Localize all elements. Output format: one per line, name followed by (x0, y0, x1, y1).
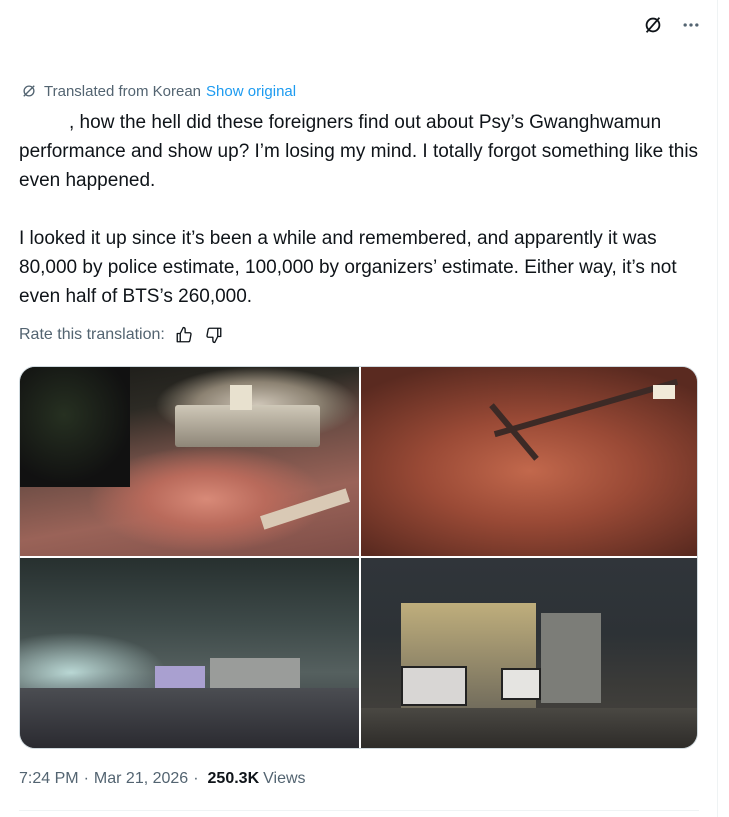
thumbs-up-icon (176, 326, 192, 343)
translation-notice: Translated from Korean Show original (20, 82, 296, 100)
more-icon (683, 23, 699, 27)
separator: · (83, 770, 89, 787)
tweet-paragraph-2: I looked it up since it’s been a while a… (19, 228, 677, 307)
tweet-time[interactable]: 7:24 PM (19, 770, 79, 788)
translation-label: Translated from Korean (44, 82, 202, 100)
views-count[interactable]: 250.3K (208, 770, 260, 788)
photo-4[interactable] (361, 558, 697, 748)
photo-1[interactable] (20, 367, 359, 556)
tweet-header-actions (640, 12, 704, 38)
rate-good-button[interactable] (173, 324, 195, 346)
tweet-text: , how the hell did these foreigners find… (19, 108, 699, 311)
show-original-link[interactable]: Show original (206, 83, 296, 100)
thumbs-down-icon (206, 327, 222, 344)
tweet-date[interactable]: Mar 21, 2026 (94, 770, 188, 788)
photo-2[interactable] (361, 367, 697, 556)
views-label: Views (263, 770, 306, 787)
divider (19, 810, 699, 811)
separator: · (193, 770, 199, 787)
more-options-button[interactable] (678, 12, 704, 38)
media-grid (19, 366, 698, 749)
translate-icon (23, 85, 35, 97)
translate-toggle-button[interactable] (640, 12, 666, 38)
translate-icon (645, 17, 661, 33)
tweet-metadata: 7:24 PM · Mar 21, 2026 · 250.3K Views (19, 770, 306, 788)
rate-translation-label: Rate this translation: (19, 326, 165, 343)
photo-3[interactable] (20, 558, 359, 748)
rate-bad-button[interactable] (203, 324, 225, 346)
column-border (717, 0, 718, 817)
rate-translation: Rate this translation: (19, 324, 225, 346)
tweet-paragraph-1: , how the hell did these foreigners find… (19, 112, 699, 191)
tweet-paragraph: , how the hell did these foreigners find… (19, 108, 699, 195)
